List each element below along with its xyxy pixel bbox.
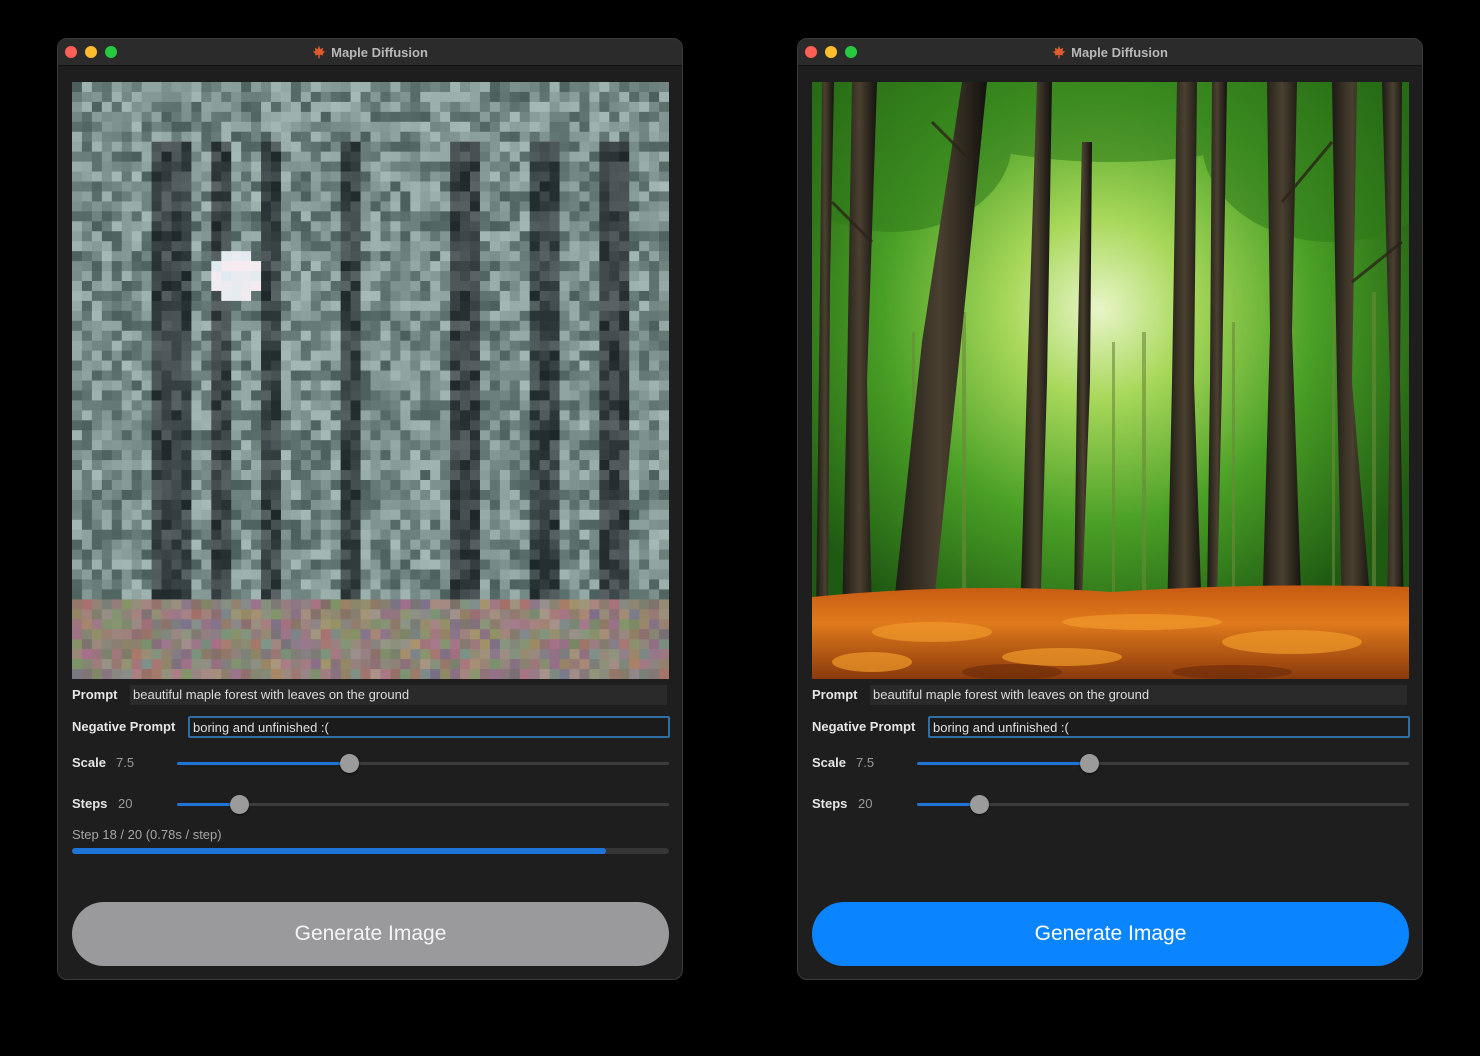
title-bar[interactable]: Maple Diffusion	[798, 39, 1422, 66]
window-title: Maple Diffusion	[331, 44, 428, 60]
progress-fill	[72, 848, 607, 854]
slider-track	[177, 803, 669, 806]
slider-fill	[177, 762, 349, 765]
title-bar[interactable]: Maple Diffusion	[58, 39, 682, 66]
prompt-input[interactable]	[130, 685, 667, 705]
scale-label: Scale	[72, 755, 106, 770]
scale-slider[interactable]	[917, 753, 1409, 773]
scale-slider[interactable]	[177, 753, 669, 773]
generated-image-preview	[72, 82, 669, 679]
steps-value: 20	[118, 796, 133, 811]
steps-label: Steps	[812, 796, 848, 811]
progress-bar	[72, 848, 669, 854]
negative-prompt-input[interactable]	[188, 716, 670, 738]
steps-value: 20	[858, 796, 873, 811]
scale-value: 7.5	[856, 755, 875, 770]
window-title: Maple Diffusion	[1071, 44, 1168, 60]
slider-knob[interactable]	[1080, 754, 1099, 773]
slider-track	[917, 803, 1409, 806]
slider-knob[interactable]	[230, 795, 249, 814]
generate-image-button[interactable]: Generate Image	[812, 902, 1409, 966]
generated-image	[812, 82, 1409, 679]
steps-slider[interactable]	[917, 794, 1409, 814]
steps-label: Steps	[72, 796, 108, 811]
scale-value: 7.5	[116, 755, 135, 770]
scale-label: Scale	[812, 755, 846, 770]
negative-prompt-label: Negative Prompt	[72, 719, 176, 734]
generate-image-button[interactable]: Generate Image	[72, 902, 669, 966]
prompt-input[interactable]	[870, 685, 1407, 705]
prompt-label: Prompt	[72, 687, 118, 702]
prompt-label: Prompt	[812, 687, 858, 702]
slider-fill	[917, 762, 1089, 765]
maple-leaf-icon	[312, 45, 326, 59]
progress-status: Step 18 / 20 (0.78s / step)	[72, 827, 222, 842]
maple-leaf-icon	[1052, 45, 1066, 59]
slider-knob[interactable]	[340, 754, 359, 773]
slider-knob[interactable]	[970, 795, 989, 814]
negative-prompt-input[interactable]	[928, 716, 1410, 738]
steps-slider[interactable]	[177, 794, 669, 814]
app-window-left: Maple Diffusion Prompt Negative Prompt S…	[57, 38, 683, 980]
negative-prompt-label: Negative Prompt	[812, 719, 916, 734]
app-window-right: Maple Diffusion Prompt beautiful maple f…	[797, 38, 1423, 980]
